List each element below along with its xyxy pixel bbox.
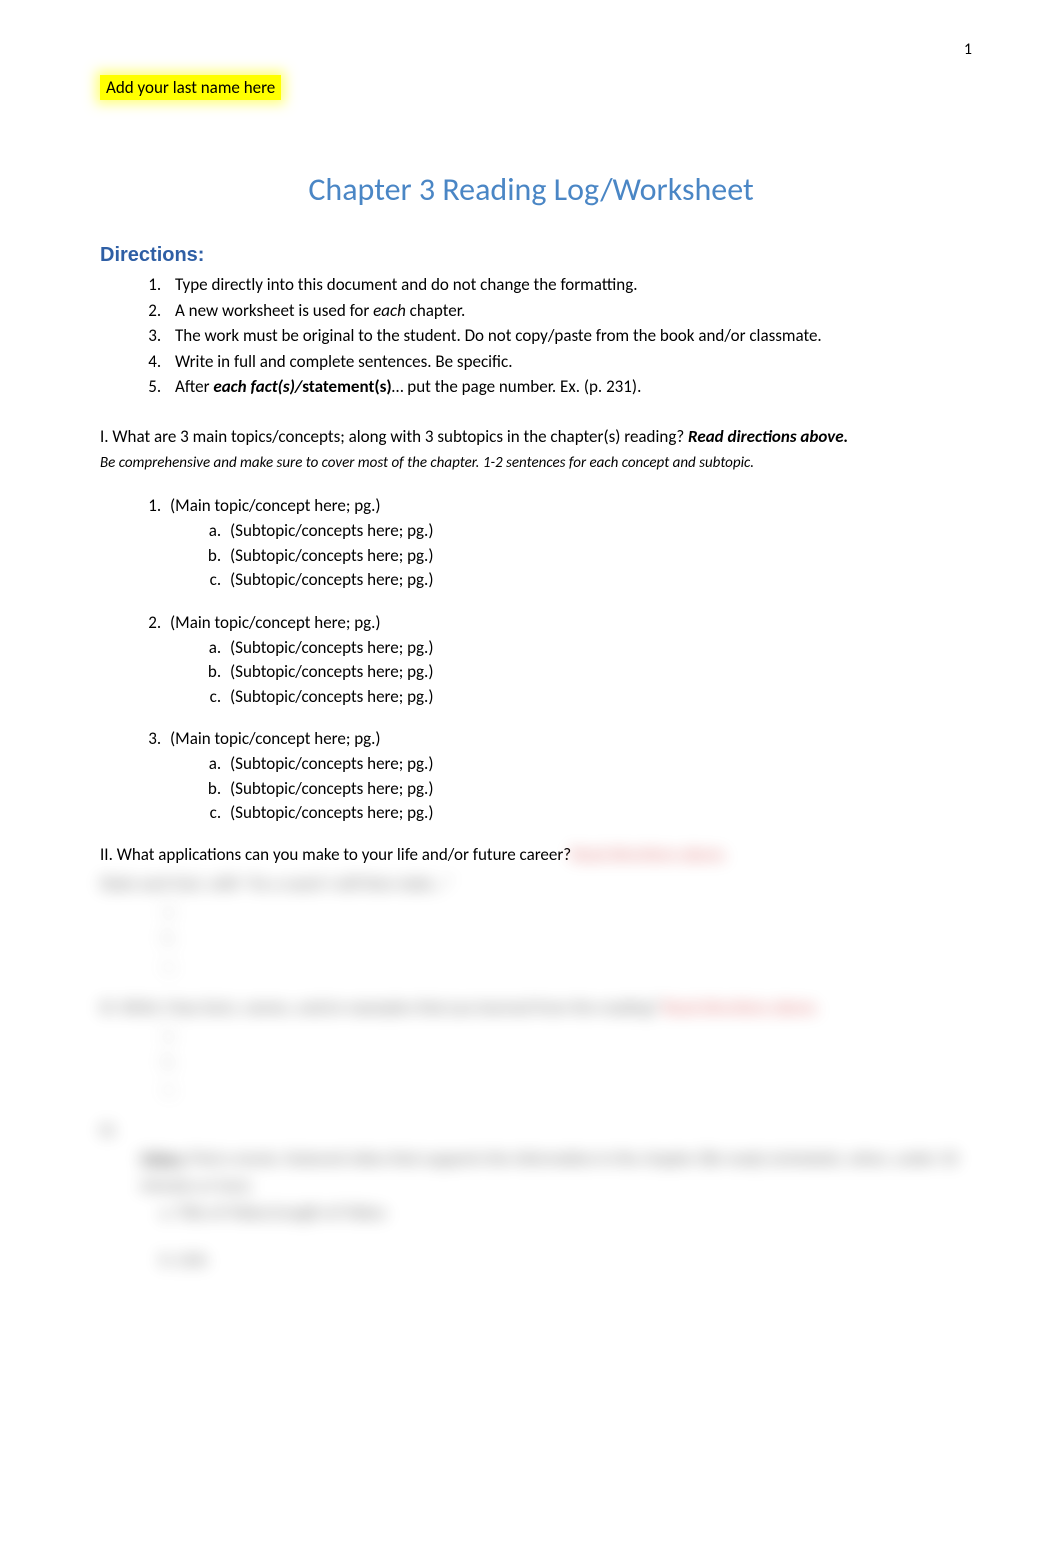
- blurred-list-1: [100, 897, 962, 979]
- topic-3-subs: (Subtopic/concepts here; pg.) (Subtopic/…: [170, 752, 962, 826]
- topic-2-subs: (Subtopic/concepts here; pg.) (Subtopic/…: [170, 636, 962, 710]
- section-i-subtext: Be comprehensive and make sure to cover …: [100, 453, 962, 474]
- blurred-section-iv: IV.: [100, 1117, 962, 1144]
- direction-5-bold: statement(s): [302, 376, 391, 397]
- topic-1-sub-c: (Subtopic/concepts here; pg.): [225, 568, 962, 593]
- blurred-list-1-a: [180, 897, 962, 924]
- topic-3-sub-a: (Subtopic/concepts here; pg.): [225, 752, 962, 777]
- page-number: 1: [964, 40, 972, 59]
- direction-5-bolditalic: each fact(s)/: [213, 376, 302, 397]
- direction-5-suffix: … put the page number. Ex. (p. 231).: [392, 376, 642, 397]
- topic-2-sub-c: (Subtopic/concepts here; pg.): [225, 685, 962, 710]
- direction-5-prefix: After: [175, 376, 213, 397]
- direction-item-4: Write in full and complete sentences. Be…: [165, 349, 962, 375]
- direction-2-italic: each: [373, 300, 406, 321]
- blurred-iii-text: III. Write 3 key facts, names, and/or ex…: [100, 997, 659, 1018]
- topic-2-sub-a: (Subtopic/concepts here; pg.): [225, 636, 962, 661]
- blurred-video-label: Video:: [140, 1148, 186, 1169]
- blurred-list-2-c: [180, 1075, 962, 1102]
- blurred-section-iii: III. Write 3 key facts, names, and/or ex…: [100, 994, 962, 1021]
- blurred-list-1-c: [180, 952, 962, 979]
- direction-2-suffix: chapter.: [406, 300, 465, 321]
- topic-3-sub-c: (Subtopic/concepts here; pg.): [225, 801, 962, 826]
- blurred-list-2-b: [180, 1048, 962, 1075]
- direction-item-3: The work must be original to the student…: [165, 323, 962, 349]
- topic-2-main: (Main topic/concept here; pg.): [170, 612, 381, 633]
- blurred-video-text: Find a movie, featured video that suppor…: [140, 1148, 958, 1196]
- topic-2: (Main topic/concept here; pg.) (Subtopic…: [165, 611, 962, 710]
- directions-list: Type directly into this document and do …: [100, 272, 962, 400]
- blurred-video-line: Video: Find a movie, featured video that…: [100, 1145, 962, 1199]
- blurred-list-2-a: [180, 1021, 962, 1048]
- topic-2-sub-b: (Subtopic/concepts here; pg.): [225, 660, 962, 685]
- section-i-bold: Read directions above.: [688, 426, 848, 447]
- blurred-list-1-b: [180, 924, 962, 951]
- topic-1-subs: (Subtopic/concepts here; pg.) (Subtopic/…: [170, 519, 962, 593]
- blurred-line-2: State each fact, with "As a coach I will…: [100, 870, 962, 897]
- direction-item-2: A new worksheet is used for each chapter…: [165, 298, 962, 324]
- section-ii: II. What applications can you make to yo…: [100, 844, 962, 865]
- direction-item-5: After each fact(s)/statement(s)… put the…: [165, 374, 962, 400]
- blurred-link: b. Link:: [100, 1246, 962, 1273]
- blurred-content: State each fact, with "As a coach I will…: [100, 870, 962, 1273]
- topics-list: (Main topic/concept here; pg.) (Subtopic…: [100, 494, 962, 826]
- blurred-video-sub: a. Title of Video/Length of Video:: [100, 1199, 962, 1226]
- directions-heading: Directions:: [100, 244, 962, 267]
- topic-1-sub-b: (Subtopic/concepts here; pg.): [225, 544, 962, 569]
- blurred-iii-red: Read directions above.: [663, 997, 820, 1018]
- section-i-text: I. What are 3 main topics/concepts; alon…: [100, 426, 688, 447]
- topic-1-sub-a: (Subtopic/concepts here; pg.): [225, 519, 962, 544]
- direction-2-prefix: A new worksheet is used for: [175, 300, 373, 321]
- section-i-intro: I. What are 3 main topics/concepts; alon…: [100, 425, 962, 449]
- topic-3-main: (Main topic/concept here; pg.): [170, 728, 381, 749]
- direction-item-1: Type directly into this document and do …: [165, 272, 962, 298]
- topic-3: (Main topic/concept here; pg.) (Subtopic…: [165, 727, 962, 826]
- section-ii-blurred-red: Read directions above.: [571, 844, 728, 865]
- document-title: Chapter 3 Reading Log/Worksheet: [100, 170, 962, 209]
- topic-3-sub-b: (Subtopic/concepts here; pg.): [225, 777, 962, 802]
- topic-1: (Main topic/concept here; pg.) (Subtopic…: [165, 494, 962, 593]
- blurred-list-2: [100, 1021, 962, 1103]
- topic-1-main: (Main topic/concept here; pg.): [170, 495, 381, 516]
- section-ii-text: II. What applications can you make to yo…: [100, 844, 571, 865]
- last-name-highlight[interactable]: Add your last name here: [100, 75, 281, 100]
